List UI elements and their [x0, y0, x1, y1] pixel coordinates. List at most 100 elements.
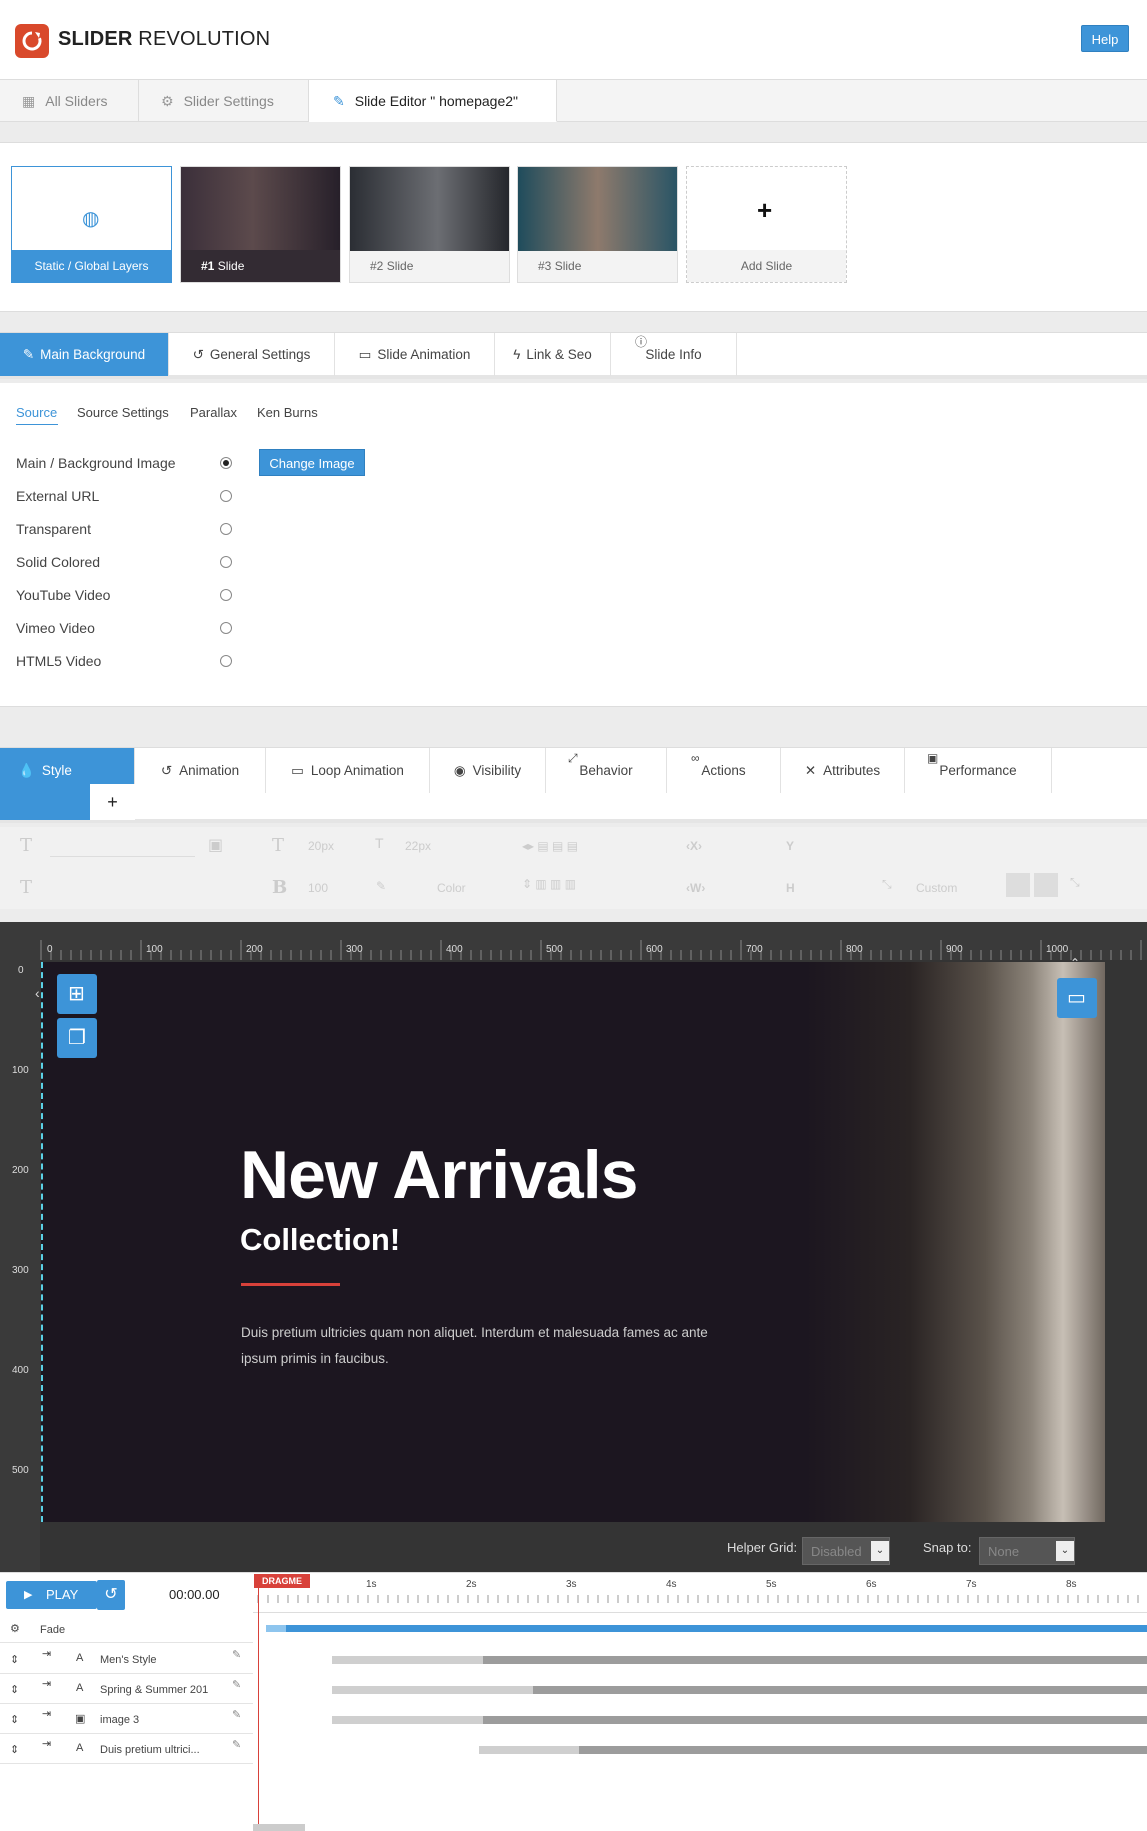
timeline-layer-row[interactable]: ⇕ ⇥ A Spring & Summer 201 ✎	[0, 1674, 253, 1704]
helper-grid-select[interactable]: Disabled ⌄	[802, 1537, 890, 1565]
font-weight-input[interactable]: 100	[308, 881, 328, 895]
option-label: YouTube Video	[16, 587, 111, 603]
paragraph-icon[interactable]	[1006, 873, 1030, 897]
snap-to-select[interactable]: None ⌄	[979, 1537, 1075, 1565]
custom-select[interactable]: Custom	[916, 881, 957, 895]
radio-main-background-image[interactable]	[220, 457, 232, 469]
tab-main-background[interactable]: ✎ Main Background	[0, 333, 169, 376]
layer-divider[interactable]	[241, 1283, 340, 1286]
proportion-icon: ⤡	[882, 877, 892, 891]
save-icon: ▣	[208, 837, 224, 854]
tab-slide-info[interactable]: ⓘ Slide Info	[611, 333, 737, 376]
link-icon[interactable]	[1034, 873, 1058, 897]
tab-visibility[interactable]: ◉ Visibility	[430, 748, 546, 793]
layer-in-bar[interactable]	[479, 1746, 579, 1754]
line-height-input[interactable]: 22px	[405, 839, 431, 853]
sort-icon: ⇕	[10, 1684, 20, 1696]
subtab-parallax[interactable]: Parallax	[190, 405, 237, 420]
timeline-layer-row[interactable]: ⇕ ⇥ A Men's Style ✎	[0, 1644, 253, 1674]
slide-duration-bar[interactable]	[266, 1625, 1147, 1632]
layer-body-text[interactable]: Duis pretium ultricies quam non aliquet.…	[241, 1320, 711, 1372]
timeline-layer-row[interactable]: ⇕ ⇥ ▣ image 3 ✎	[0, 1704, 253, 1734]
tab-actions[interactable]: ∞ Actions	[667, 748, 781, 793]
duplicate-icon: ❐	[68, 1027, 86, 1049]
change-image-button[interactable]: Change Image	[259, 449, 365, 476]
collapse-arrow-icon[interactable]: ‹	[35, 985, 40, 1001]
add-slide-button[interactable]: + Add Slide	[686, 166, 847, 283]
timeline-layer-row[interactable]: ⇕ ⇥ A Duis pretium ultrici... ✎	[0, 1734, 253, 1764]
timeline-row-slide[interactable]: ⚙ Fade	[0, 1615, 253, 1643]
globe-icon: ◍	[82, 208, 100, 230]
color-input[interactable]: Color	[437, 881, 466, 895]
layer-duration-bar[interactable]	[483, 1656, 1147, 1664]
layer-in-bar[interactable]	[332, 1686, 533, 1694]
layer-duration-bar[interactable]	[483, 1716, 1147, 1724]
timeline-second-label: 1s	[366, 1579, 377, 1590]
layer-duration-bar[interactable]	[533, 1686, 1147, 1694]
chevron-down-icon: ⌄	[871, 1541, 889, 1561]
add-layer-button[interactable]: ⊞	[57, 974, 97, 1014]
option-label: HTML5 Video	[16, 653, 102, 669]
tab-slide-animation[interactable]: ▭ Slide Animation	[335, 333, 495, 376]
play-button[interactable]: ▶ PLAY	[6, 1581, 97, 1609]
add-style-button[interactable]: +	[90, 784, 135, 820]
layer-in-bar[interactable]	[332, 1656, 483, 1664]
tab-link-seo[interactable]: ϟ Link & Seo	[495, 333, 611, 376]
slide-thumb-2[interactable]: #2 Slide	[349, 166, 510, 283]
tab-loop-animation[interactable]: ▭ Loop Animation	[266, 748, 430, 793]
tab-behavior[interactable]: ⤢ Behavior	[546, 748, 667, 793]
add-layer-icon: ⊞	[68, 983, 85, 1005]
radio-solid-colored[interactable]	[220, 556, 232, 568]
layer-duration-bar[interactable]	[579, 1746, 1147, 1754]
slide-thumb-3[interactable]: #3 Slide	[517, 166, 678, 283]
timeline-second-label: 8s	[1066, 1579, 1077, 1590]
radio-transparent[interactable]	[220, 523, 232, 535]
font-family-select[interactable]	[50, 835, 195, 857]
rewind-button[interactable]: ↺	[97, 1580, 125, 1610]
layer-subheadline[interactable]: Collection!	[240, 1222, 400, 1258]
slide-stage[interactable]	[41, 962, 1105, 1522]
help-button[interactable]: Help	[1081, 25, 1129, 52]
tab-performance[interactable]: ▣ Performance	[905, 748, 1052, 793]
tab-all-sliders[interactable]: ▦ All Sliders	[0, 80, 139, 122]
ruler-tick-label: 500	[546, 944, 563, 955]
background-portrait-image	[805, 962, 1105, 1522]
layer-in-bar[interactable]	[332, 1716, 483, 1724]
radio-html5-video[interactable]	[220, 655, 232, 667]
edit-icon[interactable]: ✎	[232, 1738, 241, 1751]
image-icon: ▣	[927, 751, 939, 765]
radio-external-url[interactable]	[220, 490, 232, 502]
subtab-ken-burns[interactable]: Ken Burns	[257, 405, 318, 420]
font-size-input[interactable]: 20px	[308, 839, 334, 853]
slide-thumb-1[interactable]: #1 Slide	[180, 166, 341, 283]
desktop-view-button[interactable]: ▭	[1057, 978, 1097, 1018]
tab-animation[interactable]: ↺ Animation	[135, 748, 266, 793]
slide-thumb-static[interactable]: ◍ Static / Global Layers	[11, 166, 172, 283]
tab-slide-editor[interactable]: ✎ Slide Editor " homepage2"	[309, 80, 557, 122]
ruler-tick-label: 200	[12, 1165, 29, 1176]
timeline-scrollbar[interactable]	[253, 1824, 305, 1831]
edit-icon[interactable]: ✎	[232, 1678, 241, 1691]
subtab-source-settings[interactable]: Source Settings	[77, 405, 169, 420]
edit-icon[interactable]: ✎	[232, 1708, 241, 1721]
duplicate-layer-button[interactable]: ❐	[57, 1018, 97, 1058]
layer-headline[interactable]: New Arrivals	[240, 1136, 638, 1214]
desktop-icon: ▭	[1067, 987, 1086, 1009]
gear-icon: ⚙	[161, 93, 174, 109]
align-left-icon: ⇥	[42, 1678, 52, 1690]
edit-icon[interactable]: ✎	[232, 1648, 241, 1661]
tools-icon: ✕	[804, 763, 817, 778]
radio-youtube-video[interactable]	[220, 589, 232, 601]
slide-thumb-image	[518, 167, 677, 251]
chevron-up-icon[interactable]: ⌃	[1070, 956, 1080, 970]
tab-attributes[interactable]: ✕ Attributes	[781, 748, 905, 793]
app-brand: SLIDER REVOLUTION	[58, 28, 271, 50]
ruler-tick-label: 800	[846, 944, 863, 955]
timeline-dragme-marker[interactable]: DRAGME	[254, 1574, 310, 1588]
tab-slider-settings[interactable]: ⚙ Slider Settings	[139, 80, 309, 122]
subtab-source[interactable]: Source	[16, 405, 57, 420]
tab-general-settings[interactable]: ↺ General Settings	[169, 333, 335, 376]
radio-vimeo-video[interactable]	[220, 622, 232, 634]
ruler-tick-label: 300	[12, 1265, 29, 1276]
layer-name: image 3	[100, 1714, 140, 1726]
